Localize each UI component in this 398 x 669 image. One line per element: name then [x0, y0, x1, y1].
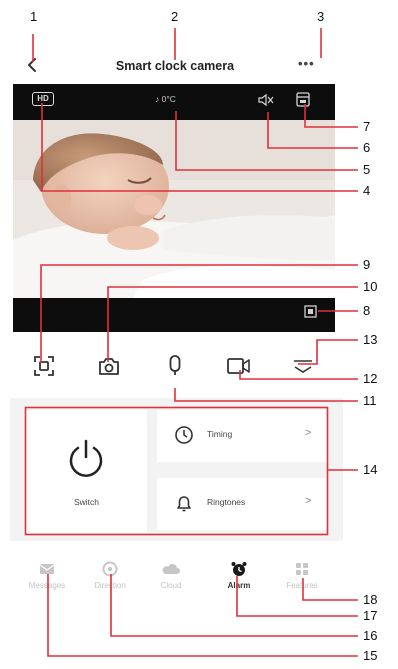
clock-icon	[175, 426, 193, 444]
camera-snapshot-icon[interactable]	[97, 354, 121, 378]
features-icon	[296, 563, 308, 575]
live-video-feed[interactable]	[13, 120, 335, 298]
nav-messages[interactable]: Messages	[19, 560, 75, 600]
timing-label: Timing	[207, 429, 233, 439]
callout-number: 18	[363, 592, 378, 607]
timing-row[interactable]: Timing >	[157, 410, 327, 462]
ringtones-row[interactable]: Ringtones >	[157, 478, 327, 530]
callout-number: 5	[363, 162, 371, 177]
nav-alarm[interactable]: Alarm	[211, 560, 267, 600]
callout-number: 2	[171, 9, 179, 24]
nav-label: Features	[286, 581, 318, 590]
bell-icon	[177, 496, 191, 512]
hd-quality-button[interactable]: HD	[32, 92, 54, 106]
callout-number: 17	[363, 608, 378, 623]
mute-icon[interactable]	[258, 93, 274, 107]
alarm-icon	[231, 562, 247, 576]
callout-number: 11	[363, 393, 377, 408]
callout-number: 3	[317, 9, 325, 24]
video-record-icon[interactable]	[226, 354, 252, 378]
nav-direction[interactable]: Direction	[82, 560, 138, 600]
callout-number: 13	[363, 332, 378, 347]
more-options-button[interactable]: •••	[298, 56, 322, 72]
collapse-chevron-icon[interactable]	[291, 354, 315, 378]
microphone-icon[interactable]	[163, 354, 187, 378]
callout-number: 1	[30, 9, 38, 24]
callout-number: 4	[363, 183, 371, 198]
screen-record-icon[interactable]	[296, 92, 310, 107]
switch-label: Switch	[73, 497, 100, 507]
callout-number: 15	[363, 648, 378, 663]
direction-icon	[102, 561, 118, 577]
ringtones-label: Ringtones	[207, 497, 246, 507]
sleeping-baby-image	[13, 120, 335, 298]
chevron-right-icon: >	[305, 427, 312, 439]
video-bottom-bar	[13, 298, 335, 332]
callout-number: 8	[363, 303, 371, 318]
callout-number: 10	[363, 279, 378, 294]
messages-icon	[39, 564, 55, 574]
power-icon	[69, 439, 103, 477]
nav-cloud[interactable]: Cloud	[143, 560, 199, 600]
callout-number: 12	[363, 371, 378, 386]
nav-label: Alarm	[227, 581, 251, 590]
nav-label: Cloud	[160, 581, 182, 590]
callout-number: 14	[363, 462, 378, 477]
nav-label: Messages	[28, 581, 66, 590]
callout-number: 6	[363, 140, 371, 155]
callout-number: 9	[363, 257, 371, 272]
temperature-readout: ♪ 0°C	[155, 94, 176, 104]
power-switch-card[interactable]: Switch	[26, 410, 147, 533]
cloud-icon	[162, 564, 180, 574]
callout-number: 16	[363, 628, 378, 643]
nav-features[interactable]: Features	[274, 560, 330, 600]
nav-label: Direction	[94, 581, 126, 590]
fullscreen-icon[interactable]	[304, 305, 317, 318]
callout-number: 7	[363, 119, 371, 134]
chevron-right-icon: >	[305, 495, 312, 507]
screenshot-icon[interactable]	[32, 354, 56, 378]
